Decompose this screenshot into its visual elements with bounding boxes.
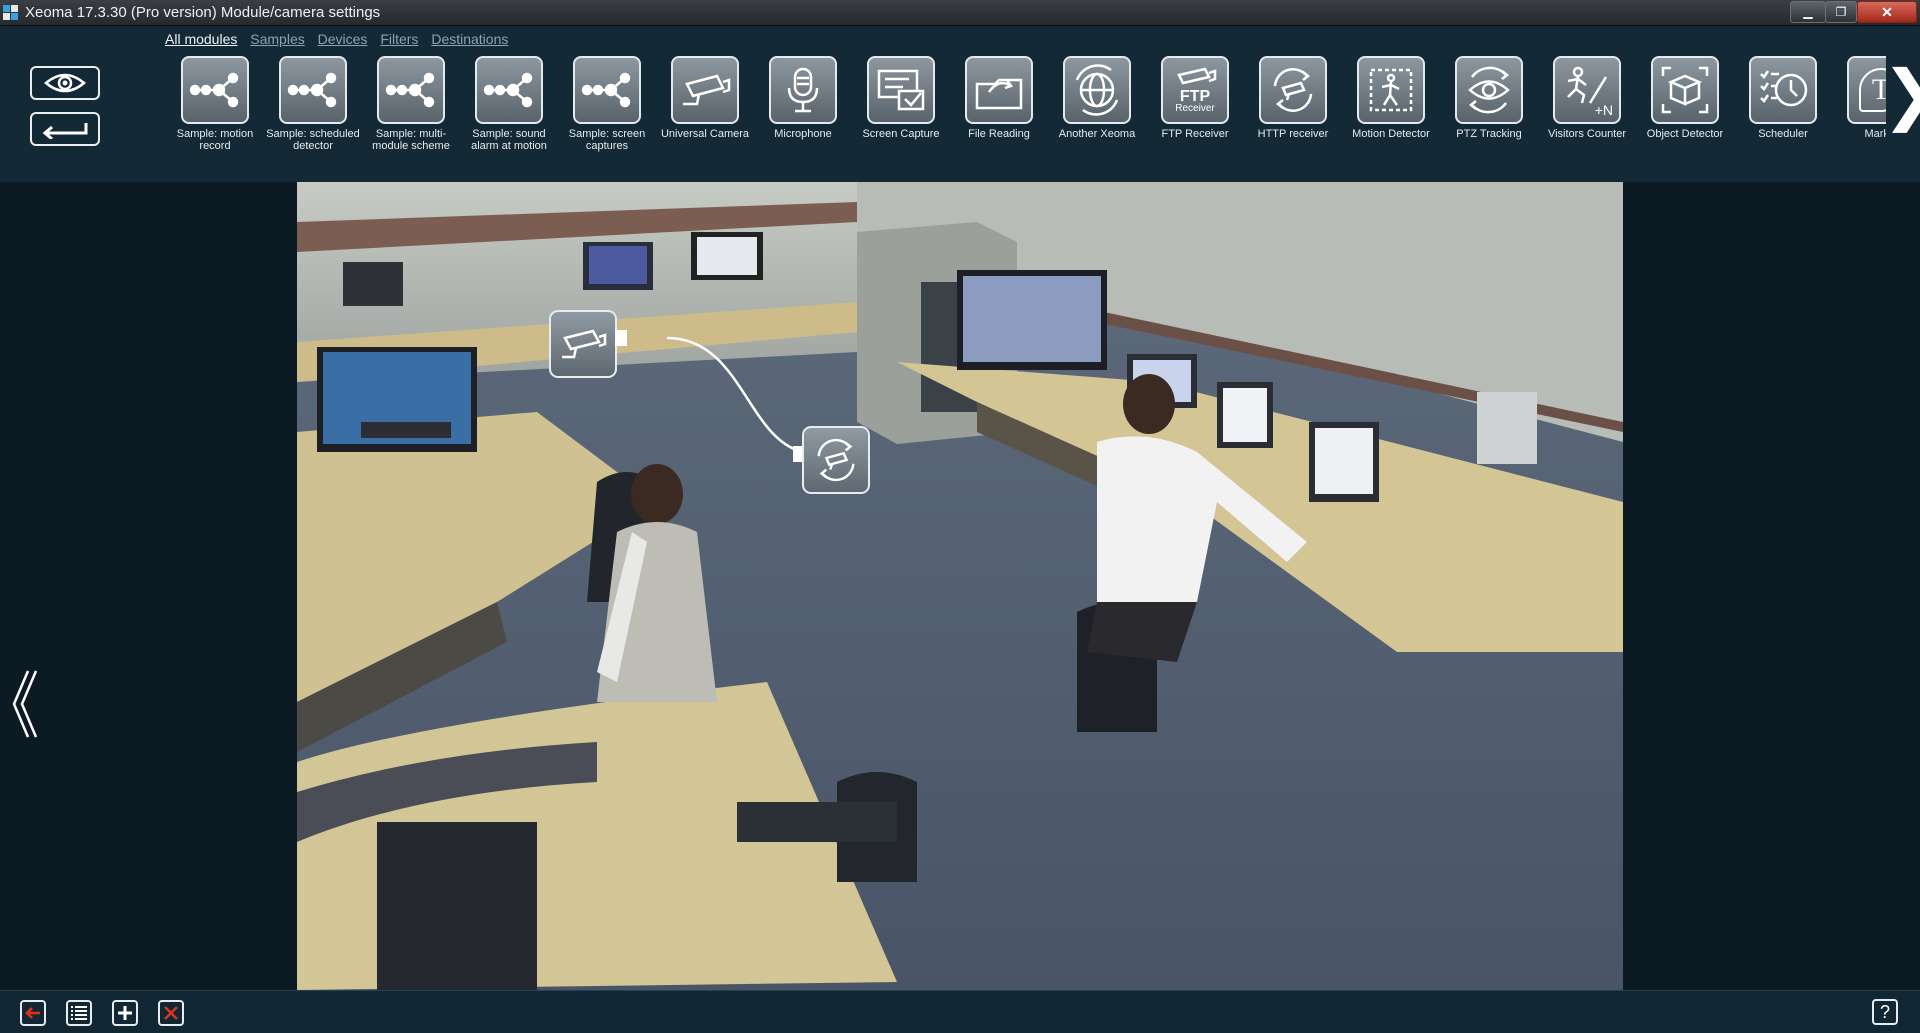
ftp-icon-text: FTP bbox=[1179, 87, 1211, 105]
maximize-button[interactable]: ❐ bbox=[1825, 1, 1857, 23]
module-label: HTTP receiver bbox=[1257, 128, 1329, 140]
module-scheduler[interactable]: Scheduler bbox=[1734, 56, 1832, 140]
module-sample-motion-record[interactable]: Sample: motion record bbox=[166, 56, 264, 152]
module-label: Sample: scheduled detector bbox=[266, 128, 360, 152]
module-label: Universal Camera bbox=[660, 128, 750, 140]
module-tabs: All modules Samples Devices Filters Dest… bbox=[165, 31, 517, 47]
module-ftp-receiver[interactable]: FTP Receiver FTP Receiver bbox=[1146, 56, 1244, 140]
module-motion-detector[interactable]: Motion Detector bbox=[1342, 56, 1440, 140]
module-label: Motion Detector bbox=[1352, 128, 1430, 140]
list-icon bbox=[71, 1006, 87, 1020]
title-bar: Xeoma 17.3.30 (Pro version) Module/camer… bbox=[0, 0, 1920, 26]
box-icon bbox=[1651, 56, 1719, 124]
tab-all-modules[interactable]: All modules bbox=[165, 31, 237, 47]
scheme-canvas[interactable] bbox=[297, 182, 1623, 990]
delete-button[interactable] bbox=[158, 1000, 184, 1026]
tab-devices[interactable]: Devices bbox=[318, 31, 368, 47]
module-label: Screen Capture bbox=[862, 128, 940, 140]
back-button[interactable] bbox=[20, 1000, 46, 1026]
screen-capture-icon bbox=[867, 56, 935, 124]
add-icon bbox=[118, 1006, 132, 1020]
left-panel bbox=[0, 182, 297, 990]
module-microphone[interactable]: Microphone bbox=[754, 56, 852, 140]
close-button[interactable]: ✕ bbox=[1857, 1, 1917, 23]
module-label: Markin bbox=[1864, 128, 1886, 140]
right-panel bbox=[1623, 182, 1920, 990]
module-sample-scheduled-detector[interactable]: Sample: scheduled detector bbox=[264, 56, 362, 152]
universal-camera-node[interactable] bbox=[549, 310, 617, 378]
folder-icon bbox=[965, 56, 1033, 124]
chain-icon bbox=[181, 56, 249, 124]
scheduler-icon bbox=[1749, 56, 1817, 124]
camera-icon bbox=[671, 56, 739, 124]
tab-filters[interactable]: Filters bbox=[380, 31, 418, 47]
module-sample-screen-captures[interactable]: Sample: screen captures bbox=[558, 56, 656, 152]
module-http-receiver[interactable]: HTTP receiver bbox=[1244, 56, 1342, 140]
module-label: Visitors Counter bbox=[1547, 128, 1627, 140]
module-file-reading[interactable]: File Reading bbox=[950, 56, 1048, 140]
chain-icon bbox=[573, 56, 641, 124]
help-button[interactable]: ? bbox=[1872, 999, 1898, 1025]
back-icon bbox=[25, 1007, 40, 1019]
add-button[interactable] bbox=[112, 1000, 138, 1026]
ftp-icon-subtext: Receiver bbox=[1175, 102, 1215, 114]
visitors-icon-text: +N bbox=[1594, 102, 1613, 118]
module-another-xeoma[interactable]: Another Xeoma bbox=[1048, 56, 1146, 140]
minimize-button[interactable]: ▁ bbox=[1790, 1, 1826, 23]
chain-icon bbox=[279, 56, 347, 124]
eye-icon bbox=[1455, 56, 1523, 124]
bottom-toolbar: ? bbox=[0, 990, 1920, 1033]
window-title: Xeoma 17.3.30 (Pro version) Module/camer… bbox=[25, 4, 381, 21]
app-logo-icon bbox=[3, 5, 18, 20]
chain-icon bbox=[475, 56, 543, 124]
module-toolbar: All modules Samples Devices Filters Dest… bbox=[0, 26, 1920, 182]
tab-destinations[interactable]: Destinations bbox=[431, 31, 508, 47]
motion-icon bbox=[1357, 56, 1425, 124]
preview-button[interactable] bbox=[30, 66, 100, 100]
module-universal-camera[interactable]: Universal Camera bbox=[656, 56, 754, 140]
http-receiver-node[interactable] bbox=[802, 426, 870, 494]
tab-samples[interactable]: Samples bbox=[250, 31, 304, 47]
module-sample-sound-alarm[interactable]: Sample: sound alarm at motion bbox=[460, 56, 558, 152]
text-icon: T bbox=[1847, 56, 1886, 124]
scroll-right-arrow[interactable]: ❯ bbox=[1882, 61, 1920, 127]
module-label: Sample: sound alarm at motion bbox=[471, 128, 547, 152]
module-label: File Reading bbox=[968, 128, 1030, 140]
module-label: Object Detector bbox=[1646, 128, 1724, 140]
eye-icon bbox=[44, 73, 86, 93]
module-sample-multi-module-scheme[interactable]: Sample: multi-module scheme bbox=[362, 56, 460, 152]
module-label: Scheduler bbox=[1758, 128, 1808, 140]
globe-icon bbox=[1063, 56, 1131, 124]
module-label: PTZ Tracking bbox=[1456, 128, 1522, 140]
connection-line bbox=[666, 336, 818, 456]
http-camera-icon bbox=[1259, 56, 1327, 124]
module-ptz-tracking[interactable]: PTZ Tracking bbox=[1440, 56, 1538, 140]
module-label: FTP Receiver bbox=[1161, 128, 1229, 140]
microphone-icon bbox=[769, 56, 837, 124]
scroll-left-arrow[interactable] bbox=[8, 667, 38, 741]
return-button[interactable] bbox=[30, 112, 100, 146]
return-arrow-icon bbox=[42, 123, 88, 139]
module-label: Microphone bbox=[774, 128, 832, 140]
module-screen-capture[interactable]: Screen Capture bbox=[852, 56, 950, 140]
visitors-icon: +N bbox=[1553, 56, 1621, 124]
module-visitors-counter[interactable]: +N Visitors Counter bbox=[1538, 56, 1636, 140]
camera-icon bbox=[562, 329, 607, 359]
delete-icon bbox=[164, 1006, 178, 1020]
module-object-detector[interactable]: Object Detector bbox=[1636, 56, 1734, 140]
module-label: Sample: multi-module scheme bbox=[372, 128, 450, 152]
list-button[interactable] bbox=[66, 1000, 92, 1026]
output-connector[interactable] bbox=[615, 330, 627, 346]
module-label: Sample: motion record bbox=[176, 128, 254, 152]
module-label: Another Xeoma bbox=[1058, 128, 1136, 140]
module-label: Sample: screen captures bbox=[568, 128, 646, 152]
module-marking[interactable]: T Markin bbox=[1832, 56, 1886, 140]
ftp-icon: FTP Receiver bbox=[1161, 56, 1229, 124]
chain-icon bbox=[377, 56, 445, 124]
module-list: Sample: motion record Sample: scheduled … bbox=[166, 56, 1886, 178]
http-camera-icon bbox=[817, 438, 855, 482]
